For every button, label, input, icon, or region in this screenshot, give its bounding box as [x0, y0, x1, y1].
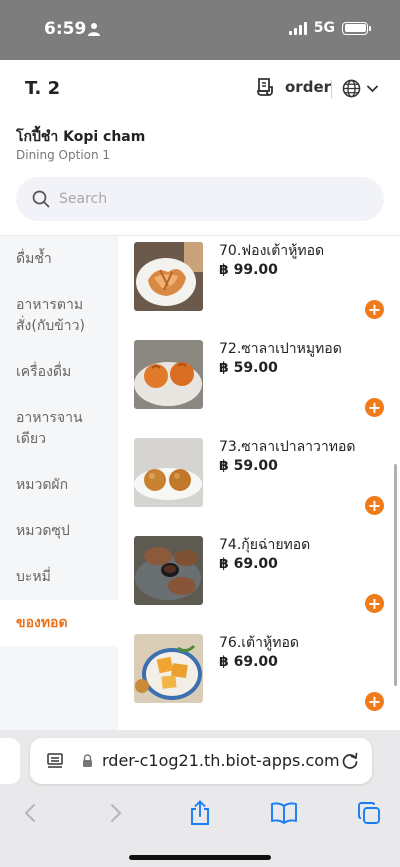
category-label: อาหารจานเดียว	[16, 409, 83, 447]
plus-icon: +	[367, 299, 382, 319]
product-name: 74.กุ้ยฉ่ายทอด	[219, 537, 311, 553]
category-label: หมวดผัก	[16, 476, 69, 493]
product-item[interactable]: 76.เต้าหู้ทอด ฿ 69.00 +	[118, 628, 400, 726]
person-icon	[88, 23, 100, 36]
cellular-signal-icon	[288, 21, 307, 35]
receipt-icon	[257, 78, 273, 96]
forward-button[interactable]	[101, 798, 131, 828]
product-price: ฿ 99.00	[219, 262, 278, 278]
product-name: 73.ซาลาเปาลาวาทอด	[219, 439, 356, 455]
product-item[interactable]: 73.ซาลาเปาลาวาทอด ฿ 59.00 +	[118, 432, 400, 530]
category-item-a-la-carte[interactable]: อาหารตามสั่ง(กับข้าว)	[0, 282, 118, 349]
book-icon	[271, 802, 297, 824]
product-image	[134, 438, 203, 507]
status-bar: 6:59 5G	[0, 0, 400, 60]
category-item-drinks-1[interactable]: ดื่มช้ำ	[0, 236, 118, 282]
product-item[interactable]: 74.กุ้ยฉ่ายทอด ฿ 69.00 +	[118, 530, 400, 628]
product-price: ฿ 59.00	[219, 360, 278, 376]
network-type: 5G	[313, 20, 335, 36]
chevron-right-icon	[111, 804, 122, 822]
product-name: 70.ฟองเต้าหู้ทอด	[219, 243, 325, 259]
bookmarks-button[interactable]	[269, 798, 299, 828]
plus-icon: +	[367, 593, 382, 613]
order-label: order	[285, 78, 332, 96]
tabs-button[interactable]	[354, 798, 384, 828]
category-sidebar: ดื่มช้ำ อาหารตามสั่ง(กับข้าว) เครื่องดื่…	[0, 236, 118, 730]
category-label: หมวดซุป	[16, 522, 70, 539]
status-time: 6:59	[44, 19, 87, 39]
battery-icon	[342, 21, 371, 35]
product-list: 70.ฟองเต้าหู้ทอด ฿ 99.00 + 72.ซาลาเปาหมู…	[118, 236, 400, 730]
search-icon	[32, 190, 50, 208]
category-item-vegetables[interactable]: หมวดผัก	[0, 462, 118, 508]
category-label: ของทอด	[16, 614, 68, 631]
category-label: อาหารตามสั่ง(กับข้าว)	[16, 296, 85, 334]
plus-icon: +	[367, 495, 382, 515]
product-price: ฿ 59.00	[219, 458, 278, 474]
share-button[interactable]	[185, 798, 215, 828]
add-to-cart-button[interactable]: +	[365, 398, 384, 417]
plus-icon: +	[367, 691, 382, 711]
share-icon	[191, 800, 209, 825]
browser-bottom-bar: rder-c1og21.th.biot-apps.com	[0, 730, 400, 867]
category-item-fried[interactable]: ของทอด	[0, 600, 118, 646]
product-price: ฿ 69.00	[219, 556, 278, 572]
product-image	[134, 340, 203, 409]
previous-tab-preview[interactable]	[0, 738, 20, 784]
product-item[interactable]: 70.ฟองเต้าหู้ทอด ฿ 99.00 +	[118, 236, 400, 334]
product-name: 76.เต้าหู้ทอด	[219, 635, 299, 651]
language-button[interactable]	[342, 79, 378, 98]
add-to-cart-button[interactable]: +	[365, 496, 384, 515]
lock-icon	[83, 754, 92, 767]
order-button[interactable]: order	[255, 77, 331, 97]
tabs-icon	[358, 802, 380, 824]
header-divider	[331, 80, 332, 98]
search-input[interactable]	[59, 191, 359, 207]
search-bar[interactable]	[16, 177, 384, 221]
product-image	[134, 634, 203, 703]
product-image	[134, 242, 203, 311]
chevron-down-icon	[367, 85, 378, 92]
chevron-left-icon	[24, 804, 35, 822]
dining-option: Dining Option 1	[16, 148, 111, 162]
product-image	[134, 536, 203, 605]
app-header: T. 2 order	[0, 60, 400, 118]
product-price: ฿ 69.00	[219, 654, 278, 670]
page-format-icon[interactable]	[46, 752, 64, 770]
store-name: โกปี้ชำ Kopi cham	[16, 129, 146, 145]
category-label: บะหมี่	[16, 568, 51, 585]
category-item-single-dish[interactable]: อาหารจานเดียว	[0, 395, 118, 462]
category-item-noodles[interactable]: บะหมี่	[0, 554, 118, 600]
product-item[interactable]: 72.ซาลาเปาหมูทอด ฿ 59.00 +	[118, 334, 400, 432]
url-text: rder-c1og21.th.biot-apps.com	[102, 751, 340, 770]
product-name: 72.ซาลาเปาหมูทอด	[219, 341, 342, 357]
add-to-cart-button[interactable]: +	[365, 692, 384, 711]
category-label: เครื่องดื่ม	[16, 363, 72, 380]
add-to-cart-button[interactable]: +	[365, 300, 384, 319]
globe-icon	[342, 79, 361, 98]
back-button[interactable]	[15, 798, 45, 828]
category-item-beverages[interactable]: เครื่องดื่ม	[0, 349, 118, 395]
scrollbar-thumb[interactable]	[394, 464, 397, 686]
add-to-cart-button[interactable]: +	[365, 594, 384, 613]
category-label: ดื่มช้ำ	[16, 250, 52, 267]
category-item-soup[interactable]: หมวดซุป	[0, 508, 118, 554]
address-bar[interactable]: rder-c1og21.th.biot-apps.com	[30, 738, 372, 784]
home-indicator	[129, 855, 271, 860]
reload-icon[interactable]	[340, 751, 360, 771]
table-number: T. 2	[25, 78, 61, 99]
plus-icon: +	[367, 397, 382, 417]
